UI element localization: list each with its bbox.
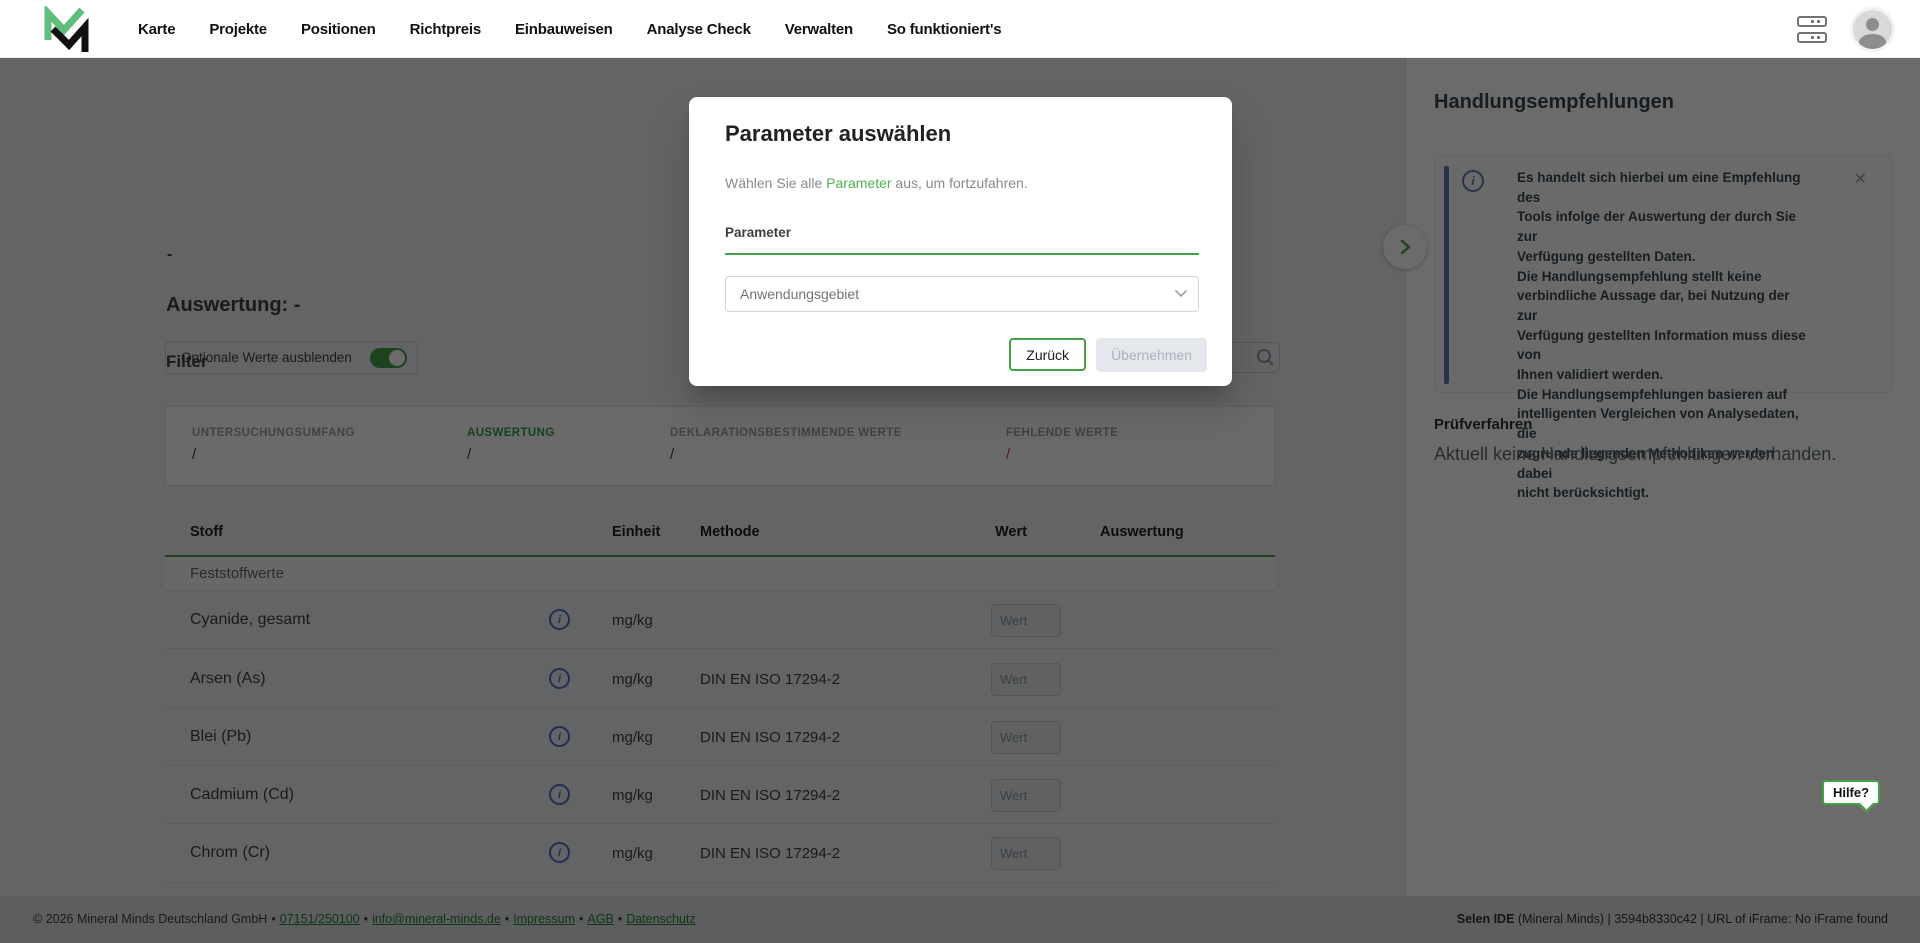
- dialog-subtext: Wählen Sie alle Parameter aus, um fortzu…: [725, 175, 1028, 191]
- nav-item-analyse-check[interactable]: Analyse Check: [647, 21, 751, 38]
- nav-item-karte[interactable]: Karte: [138, 21, 175, 38]
- uebernehmen-button[interactable]: Übernehmen: [1096, 338, 1207, 372]
- dialog-title: Parameter auswählen: [725, 121, 951, 147]
- nav-item-projekte[interactable]: Projekte: [209, 21, 267, 38]
- nav-menu: Karte Projekte Positionen Richtpreis Ein…: [138, 0, 1001, 58]
- top-navigation-bar: Karte Projekte Positionen Richtpreis Ein…: [0, 0, 1920, 58]
- nav-item-positionen[interactable]: Positionen: [301, 21, 376, 38]
- parameter-dialog: Parameter auswählen Wählen Sie alle Para…: [689, 97, 1232, 386]
- nav-item-so-funktionierts[interactable]: So funktioniert's: [887, 21, 1001, 38]
- parameter-link[interactable]: Parameter: [826, 175, 891, 191]
- nav-right-icons: [1797, 0, 1892, 58]
- nav-item-verwalten[interactable]: Verwalten: [785, 21, 853, 38]
- user-avatar-icon[interactable]: [1853, 10, 1892, 49]
- subtext-after: aus, um fortzufahren.: [892, 175, 1028, 191]
- zurueck-button[interactable]: Zurück: [1009, 338, 1086, 371]
- nav-item-richtpreis[interactable]: Richtpreis: [410, 21, 481, 38]
- nav-item-einbauweisen[interactable]: Einbauweisen: [515, 21, 613, 38]
- subtext-before: Wählen Sie alle: [725, 175, 826, 191]
- help-button[interactable]: Hilfe?: [1822, 780, 1880, 805]
- dialog-buttons: Zurück Übernehmen: [1009, 338, 1207, 372]
- parameter-field-label: Parameter: [725, 225, 791, 240]
- parameter-field-underline: [725, 253, 1199, 255]
- chevron-down-icon: [1164, 290, 1198, 298]
- anwendungsgebiet-select[interactable]: Anwendungsgebiet: [725, 276, 1199, 312]
- select-value: Anwendungsgebiet: [726, 286, 1164, 302]
- mineral-minds-logo[interactable]: [40, 6, 92, 52]
- server-icon[interactable]: [1797, 16, 1827, 43]
